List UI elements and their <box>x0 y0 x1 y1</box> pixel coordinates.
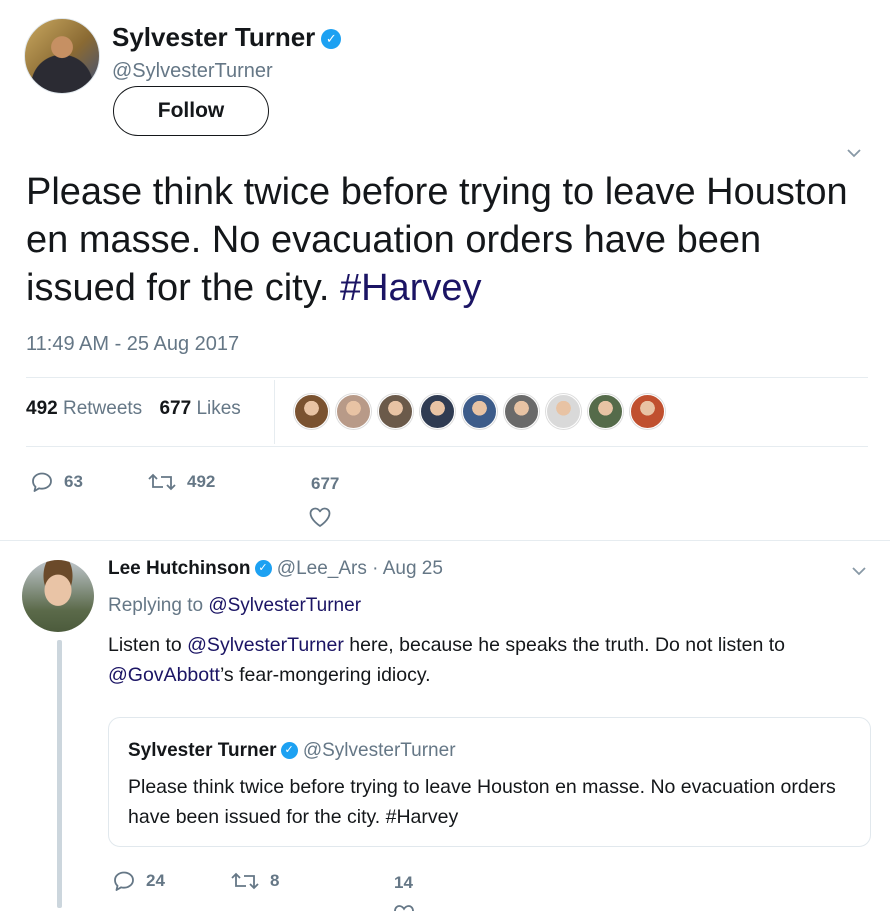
like-button[interactable]: 14 <box>394 873 413 893</box>
tweet-text: Please think twice before trying to leav… <box>26 168 866 312</box>
chevron-down-icon[interactable] <box>850 562 868 580</box>
replying-to-mention[interactable]: @SylvesterTurner <box>208 595 361 616</box>
likes-count: 677 <box>159 398 192 419</box>
reply-count: 63 <box>64 472 83 491</box>
retweets-label: Retweets <box>62 398 143 419</box>
verified-badge-icon: ✓ <box>321 29 342 50</box>
divider <box>26 377 868 378</box>
replying-prefix: Replying to <box>108 595 204 616</box>
reply-text: Listen to @SylvesterTurner here, because… <box>108 630 868 690</box>
replying-to: Replying to @SylvesterTurner <box>108 595 361 617</box>
reply-author-handle[interactable]: @Lee_Ars <box>277 558 367 579</box>
follow-button[interactable]: Follow <box>113 86 269 136</box>
likes-label: Likes <box>196 398 241 419</box>
likes-stat[interactable]: 677 Likes <box>159 398 240 419</box>
liker-avatar[interactable] <box>504 394 539 429</box>
tweet-stats: 492 Retweets 677 Likes <box>26 398 241 420</box>
reply-text-part: here, because he speaks the truth. Do no… <box>343 634 786 656</box>
like-count: 14 <box>394 873 413 892</box>
retweet-icon <box>148 473 176 491</box>
quoted-author-handle: @SylvesterTurner <box>302 740 456 761</box>
liker-avatar[interactable] <box>588 394 623 429</box>
mention-link[interactable]: @GovAbbott <box>108 664 220 686</box>
like-count: 677 <box>311 474 340 493</box>
reply-text-part: ’s fear-mongering idiocy. <box>219 664 431 686</box>
retweets-stat[interactable]: 492 Retweets <box>26 398 142 419</box>
retweet-button[interactable]: 492 <box>147 470 215 494</box>
like-count-wrapper: 677 <box>311 474 339 494</box>
heart-icon[interactable] <box>392 903 416 912</box>
liker-avatars <box>294 394 665 429</box>
reply-header: Lee Hutchinson ✓ @Lee_Ars · Aug 25 <box>108 558 443 580</box>
thread-line <box>57 640 62 908</box>
reply-icon <box>114 871 134 891</box>
hashtag-link[interactable]: #Harvey <box>340 267 482 309</box>
author-avatar[interactable] <box>24 18 100 94</box>
quoted-author-name: Sylvester Turner <box>128 740 277 761</box>
reply-icon <box>32 472 52 492</box>
mention-link[interactable]: @SylvesterTurner <box>187 634 344 656</box>
liker-avatar[interactable] <box>378 394 413 429</box>
retweet-button[interactable]: 8 <box>230 869 279 893</box>
liker-avatar[interactable] <box>420 394 455 429</box>
reply-count: 24 <box>146 871 165 890</box>
quoted-tweet-card[interactable]: Sylvester Turner ✓ @SylvesterTurner Pleas… <box>108 717 871 847</box>
author-handle[interactable]: @SylvesterTurner <box>112 60 273 83</box>
liker-avatar[interactable] <box>546 394 581 429</box>
chevron-down-icon[interactable] <box>845 144 863 162</box>
liker-avatar[interactable] <box>630 394 665 429</box>
retweet-count: 492 <box>187 472 216 491</box>
reply-button[interactable]: 63 <box>30 470 83 494</box>
liker-avatar[interactable] <box>294 394 329 429</box>
author-name[interactable]: Sylvester Turner <box>112 22 315 52</box>
reply-author-avatar[interactable] <box>22 560 94 632</box>
verified-badge-icon: ✓ <box>280 742 298 760</box>
verified-badge-icon: ✓ <box>254 560 272 578</box>
quoted-tweet-header: Sylvester Turner ✓ @SylvesterTurner <box>128 740 456 762</box>
heart-icon[interactable] <box>308 506 332 528</box>
liker-avatar[interactable] <box>462 394 497 429</box>
reply-author-name[interactable]: Lee Hutchinson <box>108 558 251 579</box>
reply-button[interactable]: 24 <box>112 869 165 893</box>
liker-avatar[interactable] <box>336 394 371 429</box>
reply-date[interactable]: · Aug 25 <box>372 558 443 579</box>
tweet-timestamp[interactable]: 11:49 AM - 25 Aug 2017 <box>26 333 239 356</box>
quoted-tweet-text: Please think twice before trying to leav… <box>128 776 836 828</box>
stats-separator <box>274 380 275 444</box>
reply-text-part: Listen to <box>108 634 188 656</box>
divider <box>26 446 868 447</box>
retweet-icon <box>231 872 259 890</box>
retweet-count: 8 <box>270 871 280 890</box>
section-divider <box>0 540 890 541</box>
retweets-count: 492 <box>26 398 58 419</box>
author-name-row[interactable]: Sylvester Turner ✓ <box>112 22 342 53</box>
